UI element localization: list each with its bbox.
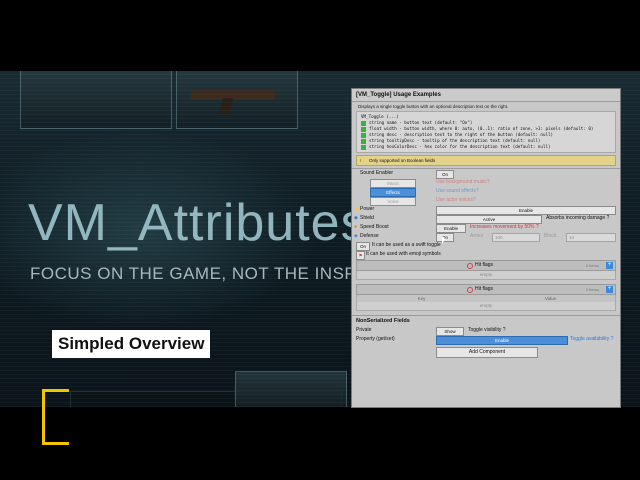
hit-flags-dict-empty: empty [356,302,616,311]
emoji-desc: It can be used with emoji symbols [366,251,441,257]
flag-toggle[interactable]: ⚑ [356,251,365,260]
check-icon [361,144,366,150]
overlay-bracket [42,389,69,445]
check-icon [361,138,366,144]
speed-boost-label: Speed Boost [360,224,389,230]
swift-desc: It can be used as a swift toggle [372,242,441,248]
add-component-button[interactable]: Add Component [436,347,538,358]
check-icon [361,132,366,138]
overlay-label: Simpled Overview [52,330,211,358]
code-line: string hexColorDesc - hex color for the … [369,144,551,149]
video-title: VM_Attributes [28,194,368,252]
property-desc: Toggle availability ? [570,336,614,342]
shield-desc: Absorbs incoming damage ? [546,215,610,221]
defense-label: Defense [360,233,379,239]
shield-label: Shield [360,215,374,221]
emoji-toggle-row: ⚑ It can be used with emoji symbols [352,250,620,260]
record-icon [467,287,473,293]
nonserialized-header: NonSerialized Fields [352,315,620,326]
private-label: Private [356,327,372,333]
speed-boost-desc: Increases movement by 50% ? [470,224,539,230]
hit-flags-title: Hit flags [475,262,494,268]
swift-toggle-row: On It can be used as a swift toggle [352,241,620,251]
music-desc: Use background music? [436,179,490,185]
speed-boost-row: ● Speed Boost Enable Increases movement … [352,223,620,233]
hit-flags-title: Hit flags [475,286,494,292]
defense-row: ◈ Defense On Armor 100 Block 10 [352,232,620,244]
shield-icon: ◆ [354,215,358,221]
sound-enabler-row: Sound Enabler On [352,169,620,179]
boost-icon: ● [354,224,358,230]
shield-row: ◆ Shield Active Absorbs incoming damage … [352,214,620,224]
private-desc: Toggle visibility ? [468,327,506,333]
private-row: Private Show Toggle visibility ? [352,326,620,336]
component-description: Displays a single toggle button with an … [358,104,509,109]
armor-label: Armor [470,233,484,239]
effects-desc: Use sound effects? [436,188,479,194]
key-column: Key [417,296,426,301]
property-label: Property (get/set) [356,336,395,342]
sound-enabler-label: Sound Enabler [360,170,394,176]
hit-flags-list-header[interactable]: Hit flags 0 Items + [356,260,616,271]
inspector-panel: [VM_Toggle] Usage Examples Displays a si… [351,88,621,408]
check-icon [361,120,366,126]
dict-columns: Key Value [356,295,616,302]
inspector-header: [VM_Toggle] Usage Examples [352,89,620,102]
hit-flags-count: 0 Items [585,287,599,292]
property-row: Property (get/set) Enable Toggle availab… [352,335,620,345]
block-label: Block [544,233,557,239]
power-label: Power [360,206,375,212]
hit-flags-dict-header[interactable]: Hit flags 0 Items + [356,284,616,295]
voice-desc: Use actor voices? [436,197,476,203]
value-column: Value [544,296,557,301]
voice-row: Voice Use actor voices? [352,196,620,206]
record-icon [467,263,473,269]
usage-code-box: VM_Toggle (...) string name - button tex… [356,111,616,153]
hit-flags-empty: empty [356,271,616,280]
music-row: Music Use background music? [352,178,620,188]
hit-flags-count: 0 Items [585,263,599,268]
effects-row: Effects Use sound effects? [352,187,620,197]
power-row: ⚡ Power Enable [352,205,620,215]
check-icon [361,126,366,132]
warning-box: Only supported on Boolean fields [356,155,616,166]
defense-icon: ◈ [354,233,358,239]
add-item-button[interactable]: + [606,262,613,269]
add-item-button[interactable]: + [606,286,613,293]
